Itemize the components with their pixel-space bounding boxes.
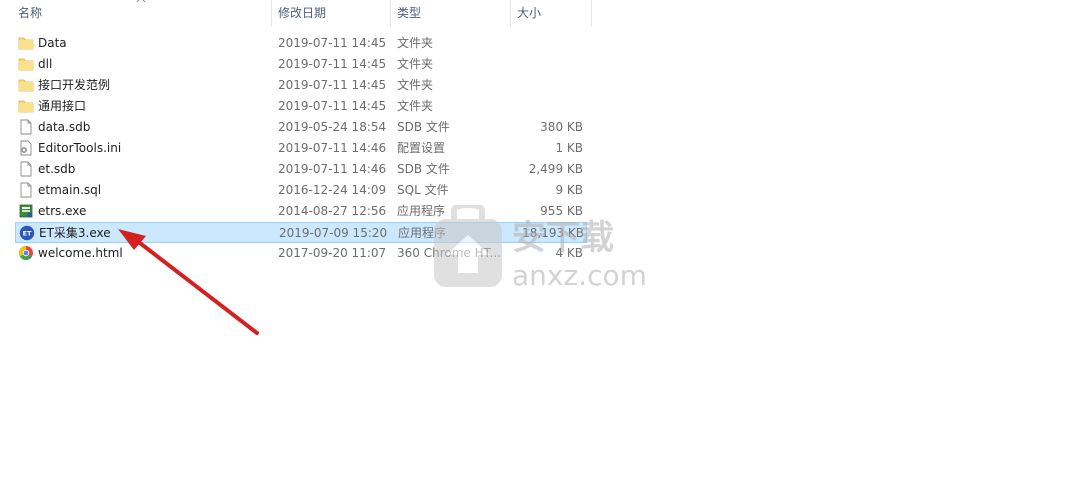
file-date: 2016-12-24 14:09 xyxy=(278,183,387,197)
file-name: etmain.sql xyxy=(38,183,102,197)
file-icon xyxy=(18,119,34,135)
file-name: 接口开发范例 xyxy=(38,78,111,92)
file-row[interactable]: 通用接口 2019-07-11 14:45 文件夹 xyxy=(15,96,587,117)
watermark-text: anxz.com xyxy=(512,259,647,292)
file-type: 文件夹 xyxy=(397,36,434,50)
file-name: EditorTools.ini xyxy=(38,141,122,155)
file-row[interactable]: etmain.sql 2016-12-24 14:09 SQL 文件 9 KB xyxy=(15,180,587,201)
file-date: 2019-07-11 14:45 xyxy=(278,99,387,113)
file-size: 1 KB xyxy=(555,141,583,155)
column-header-date[interactable]: 修改日期 xyxy=(272,0,390,27)
file-name: Data xyxy=(38,36,67,50)
file-row[interactable]: 接口开发范例 2019-07-11 14:45 文件夹 xyxy=(15,75,587,96)
settings-file-icon xyxy=(18,140,34,156)
file-name: etrs.exe xyxy=(38,204,87,218)
watermark-brand: 安下载 xyxy=(512,218,614,258)
folder-icon xyxy=(18,77,34,93)
file-name: dll xyxy=(38,57,53,71)
column-divider[interactable] xyxy=(591,0,592,27)
file-type: 文件夹 xyxy=(397,57,434,71)
et-app-icon: ET xyxy=(19,225,35,241)
folder-icon xyxy=(18,56,34,72)
file-size: 2,499 KB xyxy=(528,162,583,176)
file-type: SDB 文件 xyxy=(397,162,450,176)
file-size: 380 KB xyxy=(540,120,583,134)
column-header-name[interactable]: 名称 xyxy=(12,0,270,27)
file-type: SDB 文件 xyxy=(397,120,450,134)
file-size: 9 KB xyxy=(555,183,583,197)
file-row[interactable]: data.sdb 2019-05-24 18:54 SDB 文件 380 KB xyxy=(15,117,587,138)
file-date: 2014-08-27 12:56 xyxy=(278,204,387,218)
file-date: 2019-07-11 14:45 xyxy=(278,78,387,92)
folder-icon xyxy=(18,35,34,51)
file-row[interactable]: Data 2019-07-11 14:45 文件夹 xyxy=(15,33,587,54)
file-date: 2017-09-20 11:07 xyxy=(278,246,387,260)
file-name: welcome.html xyxy=(38,246,123,260)
file-row[interactable]: et.sdb 2019-07-11 14:46 SDB 文件 2,499 KB xyxy=(15,159,587,180)
watermark-logo: 安下载 anxz.com xyxy=(434,205,647,292)
exe-icon xyxy=(18,203,34,219)
column-header-type[interactable]: 类型 xyxy=(391,0,510,27)
file-name: data.sdb xyxy=(38,120,91,134)
file-date: 2019-05-24 18:54 xyxy=(278,120,387,134)
file-row[interactable]: EditorTools.ini 2019-07-11 14:46 配置设置 1 KB xyxy=(15,138,587,159)
folder-icon xyxy=(18,98,34,114)
file-date: 2019-07-11 14:46 xyxy=(278,141,387,155)
file-type: 文件夹 xyxy=(397,99,434,113)
chrome-html-icon xyxy=(18,245,34,261)
file-type: SQL 文件 xyxy=(397,183,449,197)
file-type: 文件夹 xyxy=(397,78,434,92)
file-date: 2019-07-11 14:46 xyxy=(278,162,387,176)
file-name: 通用接口 xyxy=(38,99,87,113)
column-header-bar: 名称 修改日期 类型 大小 xyxy=(0,0,1084,27)
file-name: ET采集3.exe xyxy=(39,226,111,240)
column-header-size[interactable]: 大小 xyxy=(511,0,591,27)
file-type: 配置设置 xyxy=(397,141,446,155)
file-date: 2019-07-11 14:45 xyxy=(278,36,387,50)
file-icon xyxy=(18,182,34,198)
file-size xyxy=(512,33,583,54)
file-icon xyxy=(18,161,34,177)
file-size xyxy=(512,54,583,75)
file-date: 2019-07-09 15:20 xyxy=(279,226,388,240)
file-date: 2019-07-11 14:45 xyxy=(278,57,387,71)
file-size xyxy=(512,96,583,117)
file-row[interactable]: dll 2019-07-11 14:45 文件夹 xyxy=(15,54,587,75)
file-size xyxy=(512,75,583,96)
file-name: et.sdb xyxy=(38,162,76,176)
svg-text:ET: ET xyxy=(23,230,32,238)
